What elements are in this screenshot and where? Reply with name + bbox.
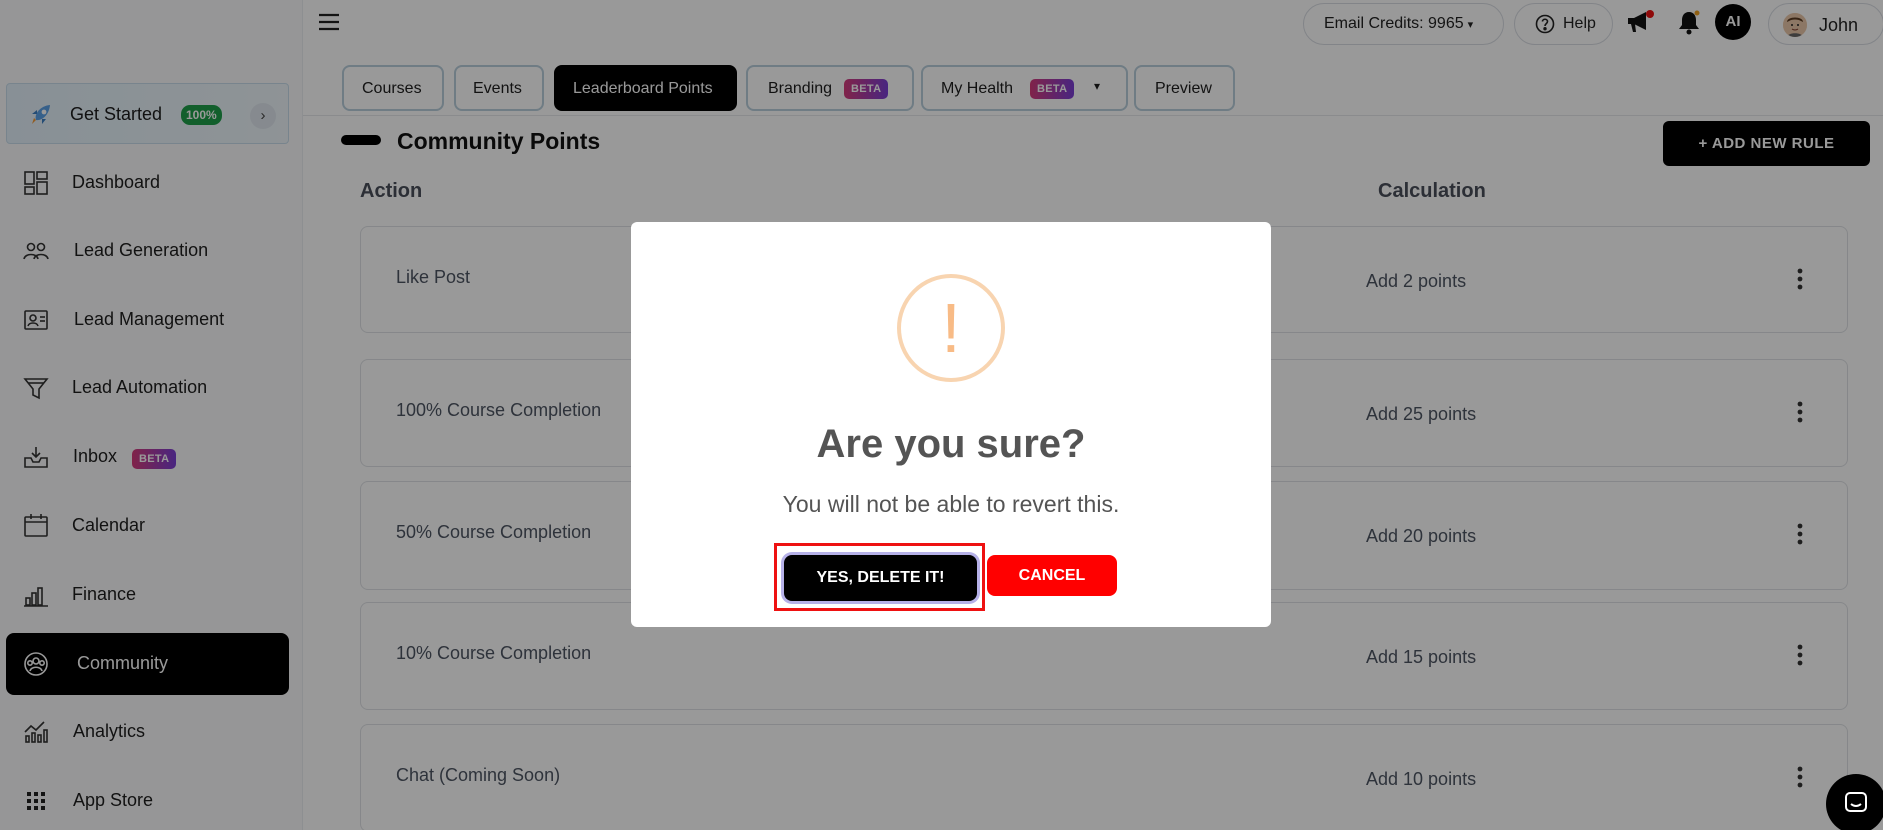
exclamation-icon: !: [897, 274, 1005, 382]
chat-icon: [1845, 792, 1867, 812]
cancel-button[interactable]: CANCEL: [987, 555, 1117, 596]
dialog-message: You will not be able to revert this.: [782, 491, 1120, 517]
dialog-title: Are you sure?: [816, 422, 1086, 466]
chat-launcher[interactable]: [1826, 774, 1883, 830]
svg-text:!: !: [941, 289, 960, 367]
confirm-delete-button[interactable]: YES, DELETE IT!: [784, 555, 977, 601]
confirm-delete-dialog: ! Are you sure? You will not be able to …: [631, 222, 1271, 627]
